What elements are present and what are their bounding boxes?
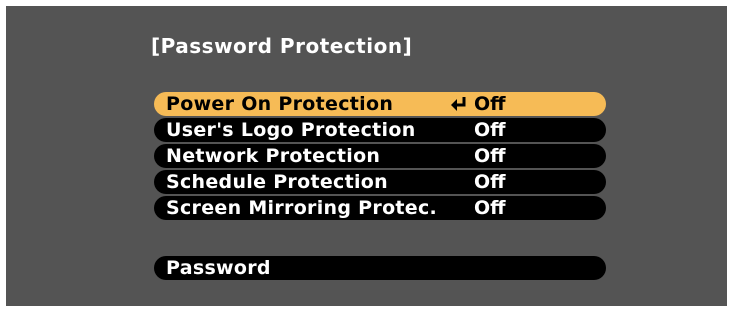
menu-item-value: Off	[474, 119, 506, 141]
password-protection-panel: [Password Protection] Power On Protectio…	[6, 6, 727, 306]
menu-item-label: Schedule Protection	[166, 171, 388, 193]
menu-item-network-protection[interactable]: Network Protection Off	[154, 144, 606, 168]
menu-item-schedule-protection[interactable]: Schedule Protection Off	[154, 170, 606, 194]
menu-item-users-logo-protection[interactable]: User's Logo Protection Off	[154, 118, 606, 142]
menu-item-password[interactable]: Password	[154, 256, 606, 280]
menu-item-label: Screen Mirroring Protec.	[166, 197, 438, 219]
menu-item-value: Off	[474, 145, 506, 167]
menu-item-value: Off	[474, 197, 506, 219]
menu-item-label: Password	[166, 257, 271, 279]
enter-arrow-icon	[451, 97, 466, 111]
menu-item-screen-mirroring-protection[interactable]: Screen Mirroring Protec. Off	[154, 196, 606, 220]
menu-item-value: Off	[474, 171, 506, 193]
menu-item-label: Network Protection	[166, 145, 381, 167]
menu-item-value: Off	[474, 93, 506, 115]
menu-item-power-on-protection[interactable]: Power On Protection Off	[154, 92, 606, 116]
menu-item-label: User's Logo Protection	[166, 119, 416, 141]
menu-item-label: Power On Protection	[166, 93, 394, 115]
menu-title: [Password Protection]	[151, 34, 413, 58]
